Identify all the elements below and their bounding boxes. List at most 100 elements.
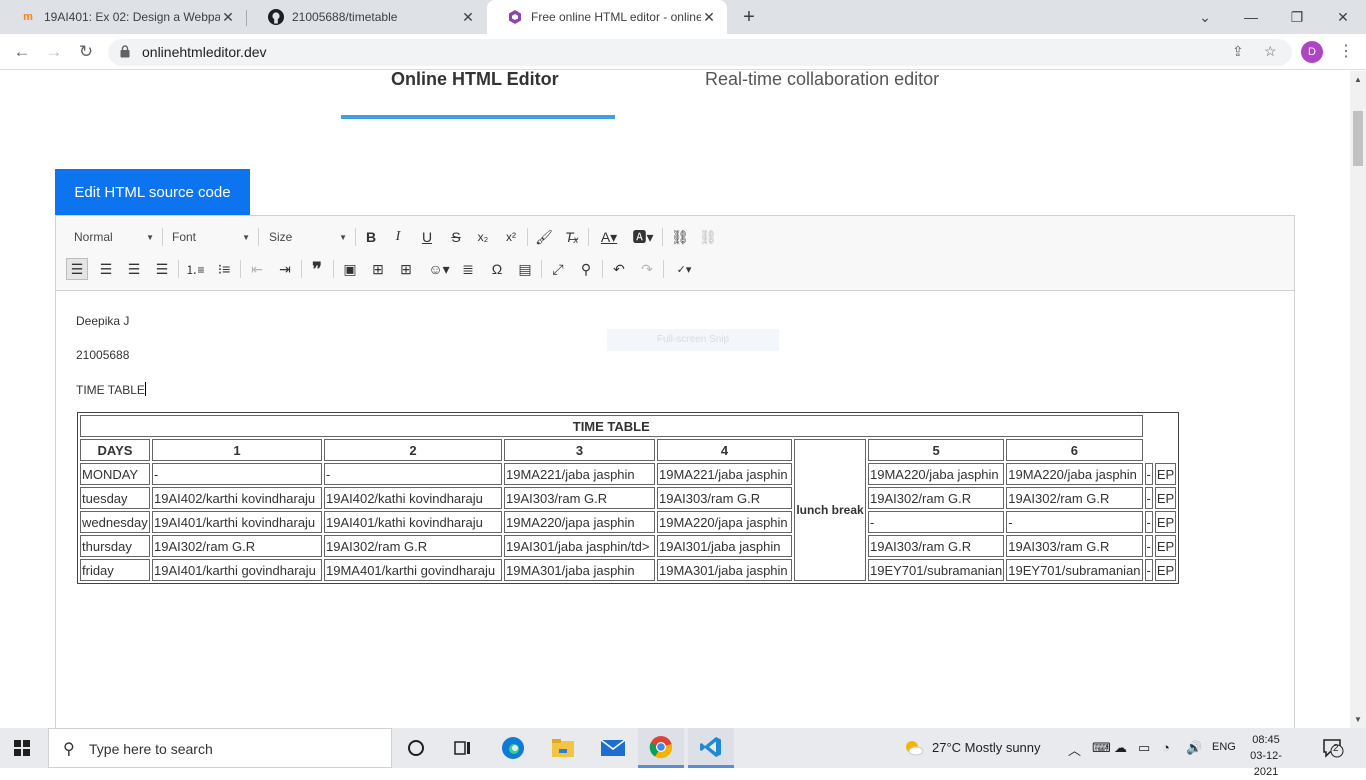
address-bar[interactable]: onlinehtmleditor.dev ⇪ ☆ — [108, 39, 1292, 66]
undo-icon[interactable]: ↶ — [608, 258, 630, 280]
edge-icon[interactable] — [490, 728, 536, 768]
spellcheck-icon[interactable]: ✓▾ — [669, 258, 699, 280]
file-explorer-icon[interactable] — [540, 728, 586, 768]
strikethrough-icon[interactable]: S — [445, 226, 467, 248]
subscript-icon[interactable]: x₂ — [472, 226, 494, 248]
format-combo[interactable]: Normal ▼ — [74, 226, 154, 248]
period-cell: 19AI303/ram G.R — [657, 487, 792, 509]
scroll-thumb[interactable] — [1353, 111, 1363, 166]
tab-title: 19AI401: Ex 02: Design a Webpag — [44, 10, 220, 24]
day-cell: tuesday — [80, 487, 150, 509]
chrome-icon[interactable] — [638, 728, 684, 768]
restore-button[interactable]: ❐ — [1274, 0, 1320, 34]
edit-html-source-button[interactable]: Edit HTML source code — [55, 169, 250, 215]
clock[interactable]: 08:45 03-12-2021 — [1244, 732, 1288, 780]
mail-icon[interactable] — [590, 728, 636, 768]
tab-online-html-editor[interactable]: Online HTML Editor — [391, 71, 559, 90]
back-button[interactable]: ← — [10, 41, 34, 63]
italic-icon[interactable]: I — [387, 226, 409, 248]
forward-button[interactable]: → — [42, 41, 66, 63]
period-cell: 19AI402/kathi kovindharaju — [324, 487, 502, 509]
menu-kebab-icon[interactable]: ⋮ — [1338, 41, 1354, 61]
table-icon[interactable]: ⊞ — [395, 258, 417, 280]
cortana-icon[interactable] — [393, 728, 439, 768]
language-indicator[interactable]: ENG — [1212, 741, 1236, 753]
taskbar-search-box[interactable]: ⚲ Type here to search — [48, 728, 392, 768]
profile-avatar[interactable]: D — [1301, 41, 1323, 63]
period-cell: 19AI401/karthi kovindharaju — [152, 511, 322, 533]
chevron-down-icon: ▼ — [242, 232, 250, 242]
vscode-icon[interactable] — [688, 728, 734, 768]
content-name[interactable]: Deepika J — [76, 314, 129, 328]
redo-icon[interactable]: ↷ — [636, 258, 658, 280]
task-view-icon[interactable] — [440, 728, 486, 768]
tab-moodle[interactable]: m 19AI401: Ex 02: Design a Webpag ✕ — [0, 0, 246, 34]
bold-icon[interactable]: B — [360, 226, 382, 248]
close-icon[interactable]: ✕ — [460, 9, 476, 26]
align-left-icon[interactable]: ☰ — [66, 258, 88, 280]
tab-search-chevron-icon[interactable]: ⌄ — [1182, 0, 1228, 34]
size-combo[interactable]: Size ▼ — [269, 226, 347, 248]
text-color-icon[interactable]: A▾ — [594, 226, 624, 248]
volume-icon[interactable]: 🔊 — [1186, 740, 1202, 756]
tab-github[interactable]: 21005688/timetable ✕ — [248, 0, 486, 34]
special-character-icon[interactable]: Ω — [486, 258, 508, 280]
bookmark-star-icon[interactable]: ☆ — [1264, 43, 1277, 60]
period-cell: - — [324, 463, 502, 485]
horizontal-line-icon[interactable]: ≣ — [457, 258, 479, 280]
period-cell: 19AI302/ram G.R — [324, 535, 502, 557]
windows-start-icon[interactable] — [14, 740, 30, 756]
align-right-icon[interactable]: ☰ — [123, 258, 145, 280]
reload-button[interactable]: ↻ — [74, 41, 98, 63]
tab-html-editor[interactable]: Free online HTML editor - online ✕ — [487, 0, 727, 34]
close-icon[interactable]: ✕ — [701, 9, 717, 26]
align-center-icon[interactable]: ☰ — [95, 258, 117, 280]
image-icon[interactable]: ▣ — [339, 258, 361, 280]
close-window-button[interactable]: ✕ — [1320, 0, 1366, 34]
content-register-number[interactable]: 21005688 — [76, 348, 129, 362]
minimize-button[interactable]: — — [1228, 0, 1274, 34]
wifi-icon[interactable]: ◔ — [1162, 740, 1170, 755]
underline-icon[interactable]: U — [416, 226, 438, 248]
clock-date: 03-12-2021 — [1250, 750, 1282, 778]
extra-cell: - — [1144, 559, 1153, 581]
background-color-icon[interactable]: 🅰▾ — [628, 226, 658, 248]
scroll-up-arrow-icon[interactable]: ▲ — [1354, 75, 1362, 84]
blockquote-icon[interactable]: ❞ — [306, 258, 328, 280]
tab-realtime-collaboration[interactable]: Real-time collaboration editor — [705, 71, 939, 90]
battery-icon[interactable]: ▭ — [1138, 740, 1150, 756]
content-heading[interactable]: TIME TABLE — [76, 382, 146, 397]
numbered-list-icon[interactable]: ⒈≡ — [184, 258, 206, 280]
unlink-icon[interactable]: ⛓ — [697, 226, 719, 248]
emoji-icon[interactable]: ☺▾ — [424, 258, 454, 280]
justify-icon[interactable]: ☰ — [151, 258, 173, 280]
editor-toolbar: Normal ▼ Font ▼ Size ▼ B I U S x₂ x² 🖌 T̶ₓ … — [56, 216, 1294, 291]
onedrive-cloud-icon[interactable]: ☁ — [1114, 740, 1127, 756]
notification-center-icon[interactable]: 2 — [1322, 738, 1344, 761]
meet-now-icon[interactable]: ⌨ — [1092, 740, 1111, 756]
weather-icon[interactable] — [904, 738, 924, 761]
bulleted-list-icon[interactable]: ⁝≡ — [213, 258, 235, 280]
page-break-icon[interactable]: ▤ — [514, 258, 536, 280]
period-cell: 19AI303/ram G.R — [868, 535, 1005, 557]
weather-text[interactable]: 27°C Mostly sunny — [932, 740, 1041, 755]
font-combo[interactable]: Font ▼ — [172, 226, 250, 248]
table-row: friday 19AI401/karthi govindharaju 19MA4… — [80, 559, 1177, 581]
show-hidden-icons-chevron-up-icon[interactable]: ︿ — [1068, 740, 1081, 759]
close-icon[interactable]: ✕ — [220, 9, 236, 26]
scroll-down-arrow-icon[interactable]: ▼ — [1354, 715, 1362, 724]
outdent-icon[interactable]: ⇤ — [246, 258, 268, 280]
remove-format-icon[interactable]: T̶ₓ — [561, 226, 583, 248]
copy-formatting-icon[interactable]: 🖌 — [533, 226, 555, 248]
maximize-icon[interactable]: ⤢ — [547, 258, 569, 280]
share-icon[interactable]: ⇪ — [1232, 43, 1244, 60]
toolbar-separator — [663, 260, 664, 278]
page-scrollbar[interactable]: ▲ ▼ — [1350, 71, 1366, 728]
iframe-icon[interactable]: ⊞ — [367, 258, 389, 280]
link-icon[interactable]: ⛓ — [669, 226, 691, 248]
toolbar-separator — [588, 228, 589, 246]
indent-icon[interactable]: ⇥ — [274, 258, 296, 280]
find-icon[interactable]: ⚲ — [575, 258, 597, 280]
new-tab-button[interactable]: + — [738, 6, 760, 28]
superscript-icon[interactable]: x² — [500, 226, 522, 248]
